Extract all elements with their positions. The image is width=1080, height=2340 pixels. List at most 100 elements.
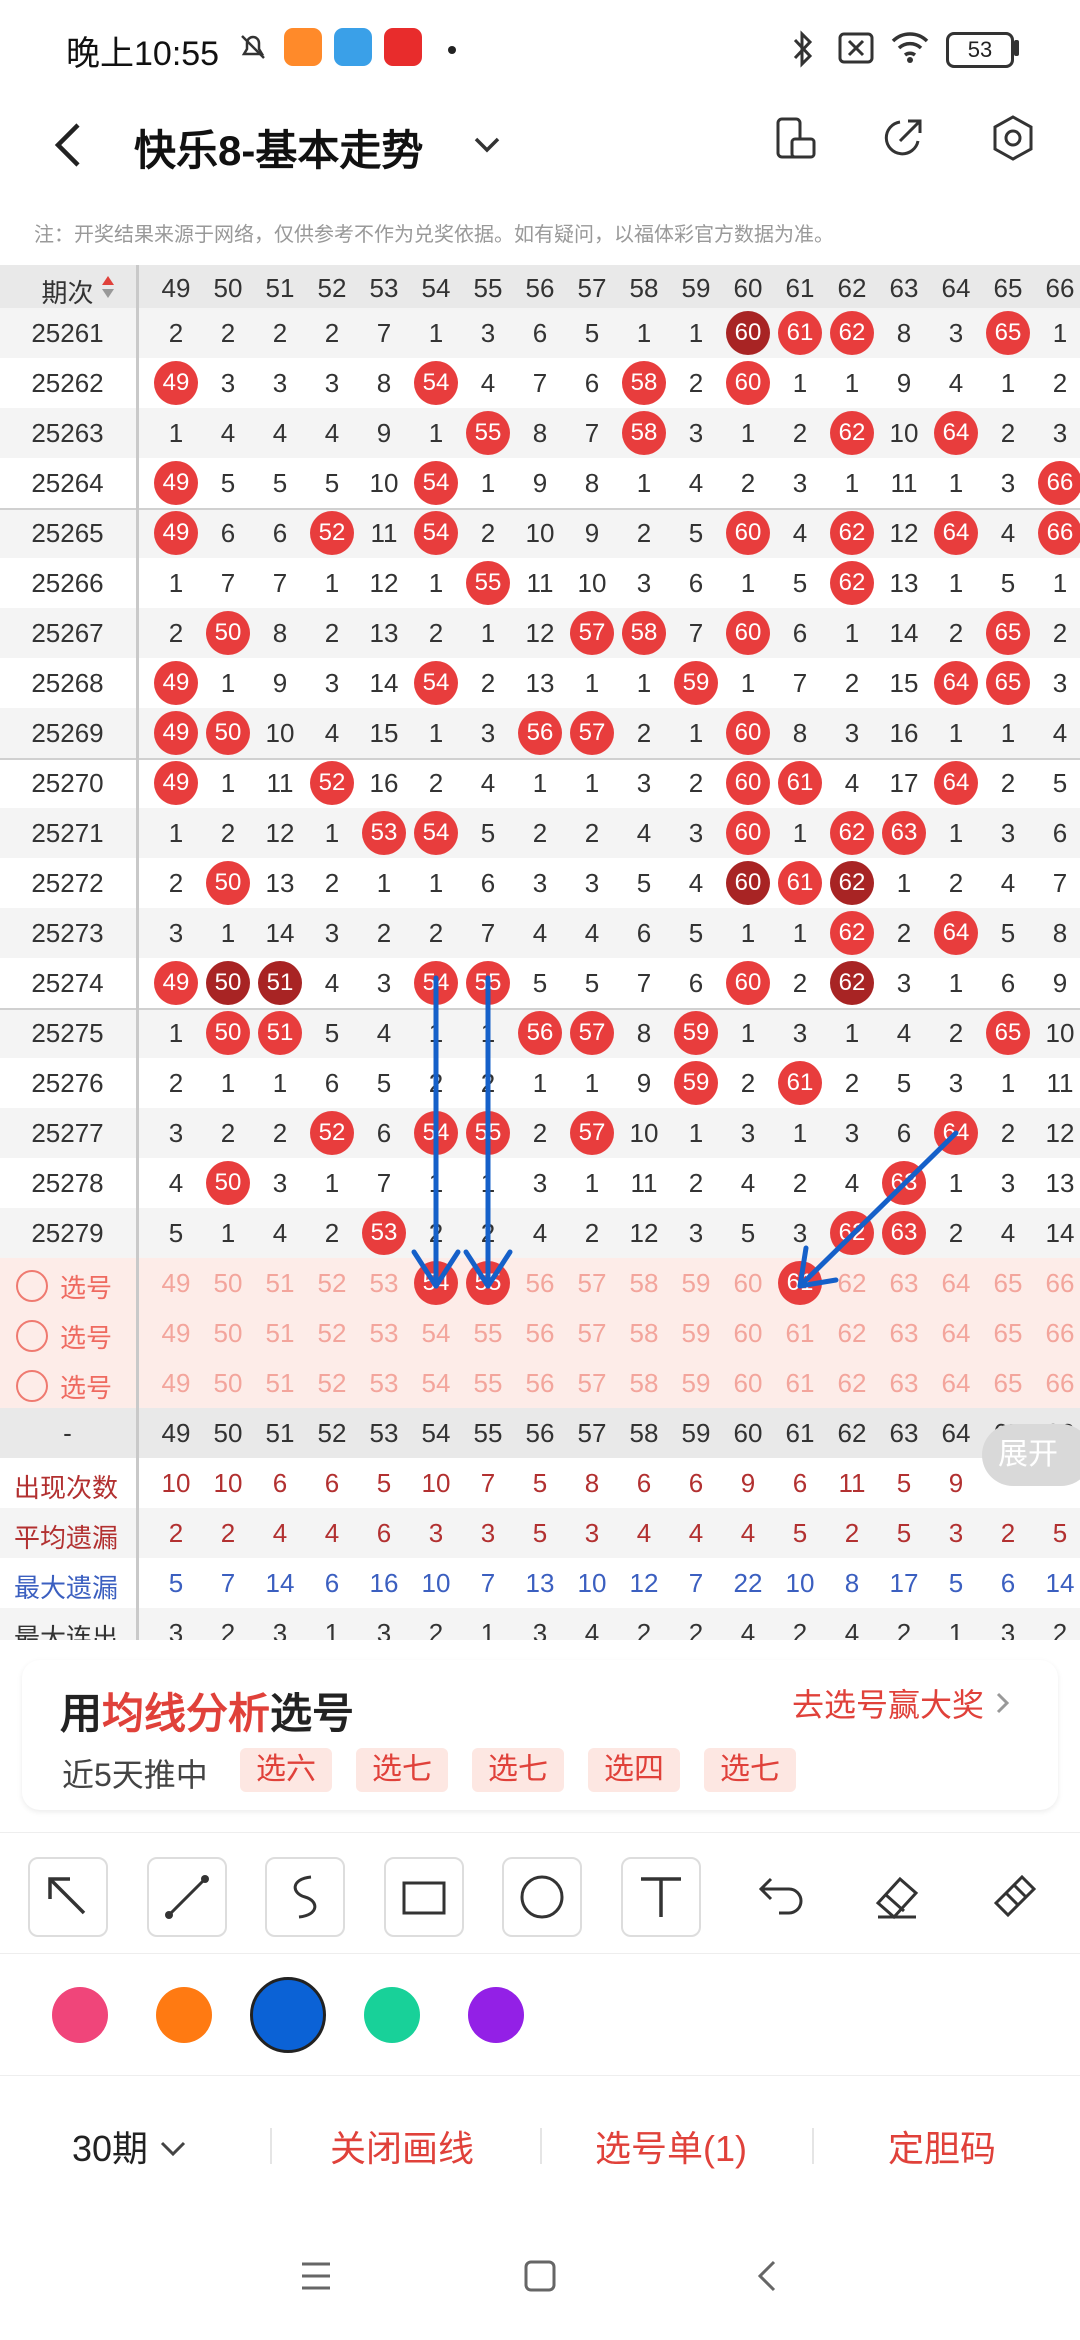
- tool-button[interactable]: [265, 1857, 345, 1937]
- number-ball[interactable]: 49: [154, 361, 198, 405]
- tool-button[interactable]: [739, 1857, 815, 1933]
- promo-chip[interactable]: 选六: [240, 1748, 332, 1792]
- number-ball[interactable]: 50: [206, 711, 250, 755]
- number-ball[interactable]: 49: [154, 661, 198, 705]
- home-nav-icon[interactable]: [522, 2258, 558, 2294]
- close-line-button[interactable]: 关闭画线: [330, 2120, 474, 2172]
- selectable-number[interactable]: 64: [930, 1268, 982, 1299]
- number-ball[interactable]: 50: [206, 611, 250, 655]
- number-ball[interactable]: 66: [1038, 511, 1080, 555]
- selectable-number[interactable]: 58: [618, 1368, 670, 1399]
- selectable-number[interactable]: 63: [878, 1318, 930, 1349]
- number-ball[interactable]: 54: [414, 961, 458, 1005]
- color-swatch-selected[interactable]: [250, 1977, 326, 2053]
- number-ball[interactable]: 56: [518, 711, 562, 755]
- selectable-number[interactable]: 51: [254, 1318, 306, 1349]
- promo-chip[interactable]: 选七: [472, 1748, 564, 1792]
- number-ball[interactable]: 50: [206, 1011, 250, 1055]
- number-ball[interactable]: 60: [726, 961, 770, 1005]
- pick-list-button[interactable]: 选号单(1): [595, 2120, 747, 2172]
- number-ball[interactable]: 49: [154, 761, 198, 805]
- number-ball[interactable]: 58: [622, 361, 666, 405]
- chevron-down-icon[interactable]: [470, 127, 504, 161]
- number-ball[interactable]: 58: [622, 411, 666, 455]
- selectable-number[interactable]: 63: [878, 1268, 930, 1299]
- selectable-number[interactable]: 62: [826, 1318, 878, 1349]
- selectable-number[interactable]: 62: [826, 1368, 878, 1399]
- number-ball[interactable]: 59: [674, 1011, 718, 1055]
- promo-card[interactable]: 用均线分析选号 去选号赢大奖 近5天推中 选六 选七 选七 选四 选七: [22, 1660, 1058, 1810]
- number-ball[interactable]: 62: [830, 811, 874, 855]
- selectable-number[interactable]: 54: [410, 1318, 462, 1349]
- selectable-number[interactable]: 65: [982, 1318, 1034, 1349]
- selectable-number[interactable]: 66: [1034, 1368, 1080, 1399]
- number-ball[interactable]: 61: [778, 1061, 822, 1105]
- selectable-number[interactable]: 66: [1034, 1268, 1080, 1299]
- select-radio-icon[interactable]: [16, 1370, 48, 1402]
- number-ball[interactable]: 56: [518, 1011, 562, 1055]
- selectable-number[interactable]: 65: [982, 1368, 1034, 1399]
- back-arrow-icon[interactable]: [48, 115, 88, 175]
- menu-nav-icon[interactable]: [298, 2260, 334, 2292]
- selectable-number[interactable]: 56: [514, 1268, 566, 1299]
- selectable-number[interactable]: 51: [254, 1368, 306, 1399]
- selectable-number[interactable]: 60: [722, 1318, 774, 1349]
- selectable-number[interactable]: 62: [826, 1268, 878, 1299]
- selectable-number[interactable]: 64: [930, 1318, 982, 1349]
- selectable-number[interactable]: 59: [670, 1268, 722, 1299]
- color-swatch[interactable]: [468, 1987, 524, 2043]
- selectable-number[interactable]: 52: [306, 1318, 358, 1349]
- promo-link[interactable]: 去选号赢大奖: [792, 1680, 1013, 1726]
- selectable-number[interactable]: 64: [930, 1368, 982, 1399]
- number-ball[interactable]: 53: [362, 1211, 406, 1255]
- number-ball[interactable]: 62: [830, 311, 874, 355]
- number-ball[interactable]: 65: [986, 311, 1030, 355]
- selectable-number[interactable]: 49: [150, 1268, 202, 1299]
- number-ball[interactable]: 64: [934, 911, 978, 955]
- number-ball[interactable]: 49: [154, 511, 198, 555]
- number-ball[interactable]: 52: [310, 761, 354, 805]
- selectable-number[interactable]: 55: [462, 1368, 514, 1399]
- number-ball[interactable]: 60: [726, 511, 770, 555]
- selectable-number[interactable]: 65: [982, 1268, 1034, 1299]
- tool-button[interactable]: [976, 1857, 1052, 1933]
- number-ball[interactable]: 59: [674, 1061, 718, 1105]
- selectable-number[interactable]: 56: [514, 1368, 566, 1399]
- number-ball[interactable]: 62: [830, 1211, 874, 1255]
- number-ball[interactable]: 54: [414, 461, 458, 505]
- select-radio-icon[interactable]: [16, 1270, 48, 1302]
- number-ball[interactable]: 63: [882, 1161, 926, 1205]
- number-ball[interactable]: 51: [258, 961, 302, 1005]
- sort-icon[interactable]: [100, 274, 116, 300]
- selectable-number[interactable]: 49: [150, 1368, 202, 1399]
- selectable-number[interactable]: 61: [774, 1368, 826, 1399]
- selectable-number[interactable]: 53: [358, 1268, 410, 1299]
- selectable-number[interactable]: 50: [202, 1268, 254, 1299]
- number-ball[interactable]: 61: [778, 311, 822, 355]
- selectable-number[interactable]: 55: [462, 1318, 514, 1349]
- tool-button[interactable]: [502, 1857, 582, 1937]
- selectable-number[interactable]: 54: [410, 1368, 462, 1399]
- number-ball[interactable]: 52: [310, 511, 354, 555]
- selectable-number[interactable]: 50: [202, 1368, 254, 1399]
- settings-icon[interactable]: [988, 113, 1038, 163]
- number-ball[interactable]: 58: [622, 611, 666, 655]
- number-ball[interactable]: 62: [830, 561, 874, 605]
- number-ball[interactable]: 64: [934, 1111, 978, 1155]
- number-ball[interactable]: 62: [830, 511, 874, 555]
- selectable-number[interactable]: 60: [722, 1368, 774, 1399]
- number-ball[interactable]: 49: [154, 461, 198, 505]
- number-ball[interactable]: 57: [570, 1111, 614, 1155]
- number-ball[interactable]: 60: [726, 361, 770, 405]
- back-nav-icon[interactable]: [754, 2256, 782, 2296]
- number-ball[interactable]: 63: [882, 1211, 926, 1255]
- number-ball[interactable]: 62: [830, 961, 874, 1005]
- selectable-number[interactable]: 66: [1034, 1318, 1080, 1349]
- promo-chip[interactable]: 选七: [704, 1748, 796, 1792]
- selectable-number[interactable]: 56: [514, 1318, 566, 1349]
- number-ball[interactable]: 64: [934, 511, 978, 555]
- tool-button[interactable]: [383, 1857, 464, 1937]
- number-ball[interactable]: 65: [986, 1011, 1030, 1055]
- rotate-screen-icon[interactable]: [770, 113, 820, 163]
- color-swatch[interactable]: [156, 1987, 212, 2043]
